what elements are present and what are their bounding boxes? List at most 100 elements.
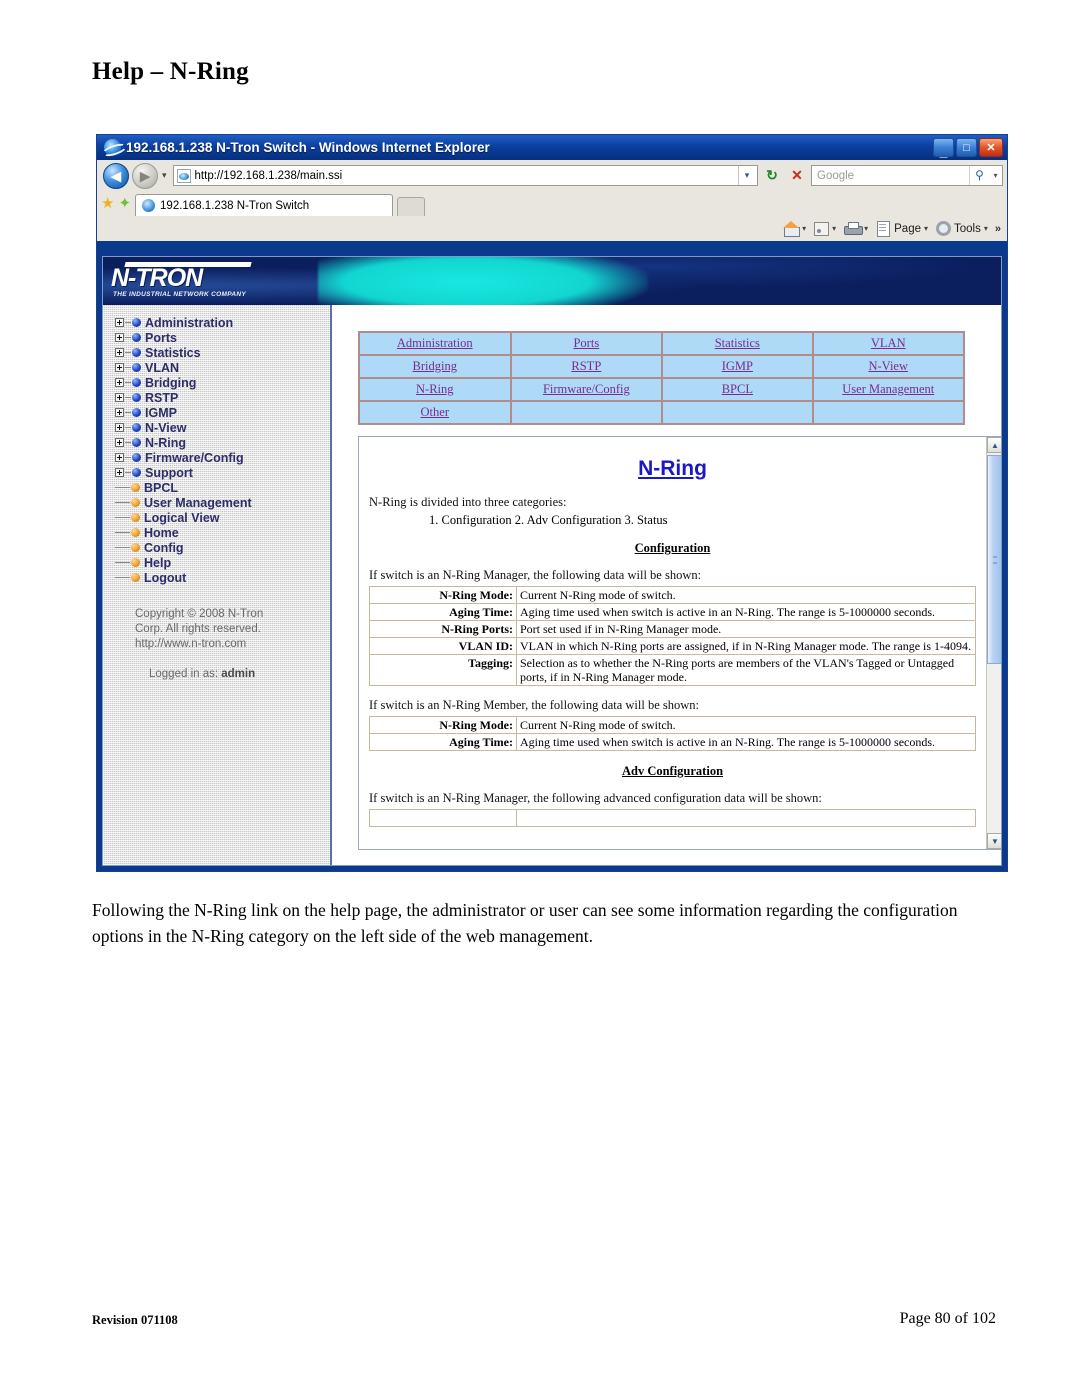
link-n-ring[interactable]: N-Ring xyxy=(416,382,454,396)
sidebar-item-home[interactable]: Home xyxy=(115,525,330,540)
feeds-button[interactable]: ▾ xyxy=(811,221,839,236)
expand-icon[interactable] xyxy=(115,318,124,327)
tools-menu-button[interactable]: Tools ▾ xyxy=(933,221,991,236)
close-button[interactable]: ✕ xyxy=(979,138,1003,157)
expand-icon[interactable] xyxy=(115,408,124,417)
sidebar-item-label: RSTP xyxy=(145,390,179,405)
feeds-caret-icon[interactable]: ▾ xyxy=(832,224,836,233)
link-administration[interactable]: Administration xyxy=(397,336,473,350)
search-icon[interactable]: ⚲ xyxy=(969,166,989,185)
scrollbar-thumb[interactable] xyxy=(987,455,1001,664)
link-firmware-config[interactable]: Firmware/Config xyxy=(543,382,630,396)
forward-button[interactable]: ▶ xyxy=(132,162,158,189)
stop-button[interactable]: ✕ xyxy=(786,165,808,187)
address-bar[interactable]: http://192.168.1.238/main.ssi ▾ xyxy=(172,165,758,186)
link-cell-ports[interactable]: Ports xyxy=(510,332,663,355)
link-cell-user-management[interactable]: User Management xyxy=(812,378,964,401)
row-key: Tagging: xyxy=(369,654,517,686)
ntron-logo: N-TRON THE INDUSTRIAL NETWORK COMPANY xyxy=(111,261,261,301)
sidebar-item-igmp[interactable]: IGMP xyxy=(115,405,330,420)
expand-icon[interactable] xyxy=(115,438,124,447)
link-cell-other[interactable]: Other xyxy=(359,401,511,424)
sidebar-item-logout[interactable]: Logout xyxy=(115,570,330,585)
link-ports[interactable]: Ports xyxy=(573,336,599,350)
link-bridging[interactable]: Bridging xyxy=(413,359,457,373)
link-user-management[interactable]: User Management xyxy=(842,382,934,396)
sidebar-item-statistics[interactable]: Statistics xyxy=(115,345,330,360)
print-button[interactable]: ▾ xyxy=(841,221,871,236)
home-button[interactable]: ▾ xyxy=(780,221,809,237)
sidebar-item-user-management[interactable]: User Management xyxy=(115,495,330,510)
link-cell-bpcl[interactable]: BPCL xyxy=(662,378,813,401)
link-bpcl[interactable]: BPCL xyxy=(722,382,753,396)
sidebar-item-logical-view[interactable]: Logical View xyxy=(115,510,330,525)
add-to-favorites-icon[interactable]: ✦ xyxy=(118,197,131,216)
scroll-up-button[interactable]: ▲ xyxy=(987,437,1001,453)
search-box[interactable]: Google ⚲ ▾ xyxy=(811,165,1003,186)
browser-tab[interactable]: 192.168.1.238 N-Tron Switch xyxy=(135,194,394,216)
new-tab-button[interactable] xyxy=(397,197,426,216)
link-other[interactable]: Other xyxy=(421,405,449,419)
expand-icon[interactable] xyxy=(115,348,124,357)
link-cell-administration[interactable]: Administration xyxy=(359,332,511,355)
home-caret-icon[interactable]: ▾ xyxy=(802,224,806,233)
history-dropdown-icon[interactable]: ▾ xyxy=(161,170,170,181)
sidebar-item-bridging[interactable]: Bridging xyxy=(115,375,330,390)
link-rstp[interactable]: RSTP xyxy=(571,359,601,373)
tab-bar: ★ ✦ 192.168.1.238 N-Tron Switch xyxy=(97,189,1007,216)
page-menu-button[interactable]: Page ▾ xyxy=(873,221,931,237)
link-cell-n-ring[interactable]: N-Ring xyxy=(359,378,511,401)
link-vlan[interactable]: VLAN xyxy=(871,336,906,350)
navigation-tree: Administration Ports Statistics VLAN Bri… xyxy=(115,315,330,585)
sidebar-item-n-ring[interactable]: N-Ring xyxy=(115,435,330,450)
refresh-button[interactable]: ↻ xyxy=(761,165,783,187)
sidebar-item-label: Logical View xyxy=(144,510,220,525)
link-cell-rstp[interactable]: RSTP xyxy=(510,355,663,378)
sidebar-item-firmware-config[interactable]: Firmware/Config xyxy=(115,450,330,465)
link-n-view[interactable]: N-View xyxy=(868,359,908,373)
expand-icon[interactable] xyxy=(115,423,124,432)
node-bullet-icon xyxy=(131,513,140,522)
expand-icon[interactable] xyxy=(115,378,124,387)
search-provider-dropdown-icon[interactable]: ▾ xyxy=(989,171,1002,180)
sidebar-item-vlan[interactable]: VLAN xyxy=(115,360,330,375)
search-input[interactable]: Google xyxy=(817,170,969,182)
expand-icon[interactable] xyxy=(115,468,124,477)
minimize-button[interactable]: _ xyxy=(933,138,954,158)
sidebar-item-n-view[interactable]: N-View xyxy=(115,420,330,435)
link-cell-bridging[interactable]: Bridging xyxy=(359,355,511,378)
page-caret-icon[interactable]: ▾ xyxy=(924,224,928,233)
sidebar-item-ports[interactable]: Ports xyxy=(115,330,330,345)
link-cell-igmp[interactable]: IGMP xyxy=(662,355,813,378)
sidebar-item-administration[interactable]: Administration xyxy=(115,315,330,330)
favorites-center-icon[interactable]: ★ xyxy=(101,197,114,216)
browser-chrome: ◀ ▶ ▾ http://192.168.1.238/main.ssi ▾ ↻ … xyxy=(97,160,1007,241)
sidebar-item-bpcl[interactable]: BPCL xyxy=(115,480,330,495)
address-dropdown-icon[interactable]: ▾ xyxy=(738,166,755,185)
sidebar-item-config[interactable]: Config xyxy=(115,540,330,555)
link-statistics[interactable]: Statistics xyxy=(715,336,760,350)
maximize-button[interactable]: □ xyxy=(956,138,977,157)
sidebar-item-help[interactable]: Help xyxy=(115,555,330,570)
sidebar-item-support[interactable]: Support xyxy=(115,465,330,480)
tools-caret-icon[interactable]: ▾ xyxy=(984,224,988,233)
link-cell-n-view[interactable]: N-View xyxy=(812,355,964,378)
link-cell-vlan[interactable]: VLAN xyxy=(812,332,964,355)
manager-config-table: N-Ring Mode: Current N-Ring mode of swit… xyxy=(369,586,976,686)
scrollbar-track[interactable] xyxy=(987,453,1001,833)
node-bullet-icon xyxy=(131,573,140,582)
expand-icon[interactable] xyxy=(115,363,124,372)
link-igmp[interactable]: IGMP xyxy=(722,359,753,373)
tree-connector xyxy=(125,322,131,323)
expand-icon[interactable] xyxy=(115,333,124,342)
link-cell-firmware-config[interactable]: Firmware/Config xyxy=(510,378,663,401)
help-frame-scrollbar[interactable]: ▲ ▼ xyxy=(986,437,1001,849)
back-button[interactable]: ◀ xyxy=(103,162,129,189)
sidebar-item-rstp[interactable]: RSTP xyxy=(115,390,330,405)
print-caret-icon[interactable]: ▾ xyxy=(864,224,868,233)
scroll-down-button[interactable]: ▼ xyxy=(987,833,1001,849)
expand-icon[interactable] xyxy=(115,393,124,402)
link-cell-statistics[interactable]: Statistics xyxy=(662,332,813,355)
toolbar-overflow-icon[interactable]: » xyxy=(993,223,1001,235)
expand-icon[interactable] xyxy=(115,453,124,462)
